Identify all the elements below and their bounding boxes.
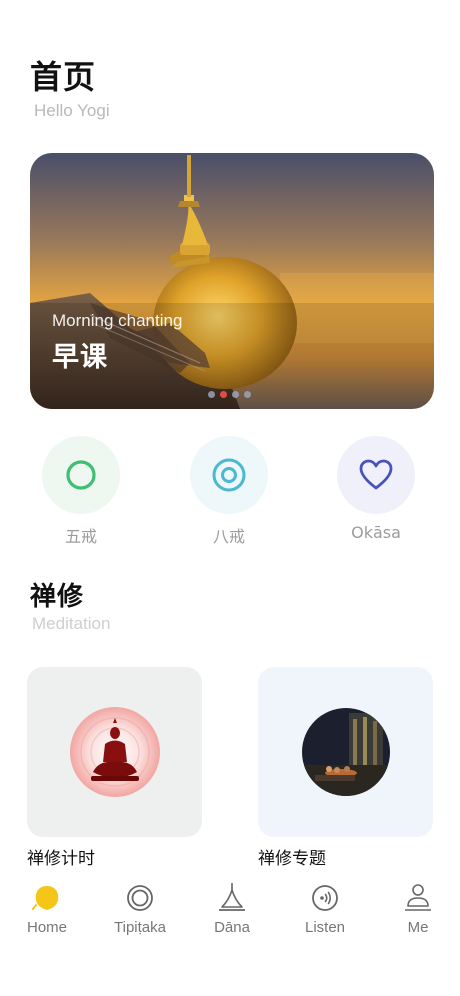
audio-icon [312, 885, 338, 911]
tab-label: Home [26, 919, 67, 936]
tab-listen[interactable]: Listen [279, 880, 371, 936]
meditation-topics-card[interactable]: 禅修专题 [258, 667, 433, 869]
tab-label: Me [407, 919, 429, 936]
bodhi-leaf-icon [32, 886, 59, 910]
card-tile[interactable] [258, 667, 433, 837]
carousel-dot[interactable] [208, 391, 215, 398]
card-label: 禅修专题 [258, 849, 326, 869]
quick-action-label: Okāsa [351, 523, 401, 542]
quick-action-circle[interactable] [42, 436, 120, 514]
night-temple-icon [301, 708, 390, 796]
heart-icon [359, 459, 393, 490]
page-subtitle: Hello Yogi [34, 101, 110, 120]
quick-action-five-precepts[interactable]: 五戒 [42, 436, 120, 547]
quick-action-label: 五戒 [64, 527, 97, 546]
target-icon [212, 458, 246, 492]
meditation-timer-card[interactable]: 禅修计时 [27, 667, 202, 869]
ring-icon [66, 460, 96, 490]
section-subtitle: Meditation [32, 614, 111, 633]
quick-action-eight-precepts[interactable]: 八戒 [190, 436, 268, 547]
quick-action-circle[interactable] [337, 436, 415, 514]
quick-action-circle[interactable] [190, 436, 268, 514]
tab-label: Listen [304, 919, 346, 936]
dharma-wheel-icon [127, 885, 153, 911]
carousel-indicator [208, 391, 251, 398]
tab-label: Dāna [214, 919, 250, 936]
carousel-dot[interactable] [244, 391, 251, 398]
card-label: 禅修计时 [27, 849, 95, 869]
tab-dana[interactable]: Dāna [186, 880, 278, 936]
quick-action-okasa[interactable]: Okāsa [337, 436, 415, 542]
card-tile[interactable] [27, 667, 202, 837]
tab-label: Tipiṭaka [114, 919, 166, 936]
page-title: 首页 [30, 58, 97, 96]
banner-subtitle: Morning chanting [52, 311, 183, 330]
tab-tipitaka[interactable]: Tipiṭaka [94, 880, 186, 936]
bottom-tab-bar: Home Tipiṭaka Dāna Listen Me [0, 880, 460, 950]
buddha-icon [69, 707, 160, 797]
banner-title: 早课 [52, 342, 108, 373]
carousel-dot-active[interactable] [220, 391, 227, 398]
quick-action-label: 八戒 [212, 527, 245, 546]
pagoda-icon [219, 883, 245, 911]
section-title: 禅修 [30, 582, 85, 612]
person-icon [405, 884, 431, 911]
banner-carousel[interactable]: Morning chanting 早课 [30, 153, 434, 409]
tab-home[interactable]: Home [1, 880, 93, 936]
carousel-dot[interactable] [232, 391, 239, 398]
tab-me[interactable]: Me [372, 880, 460, 936]
